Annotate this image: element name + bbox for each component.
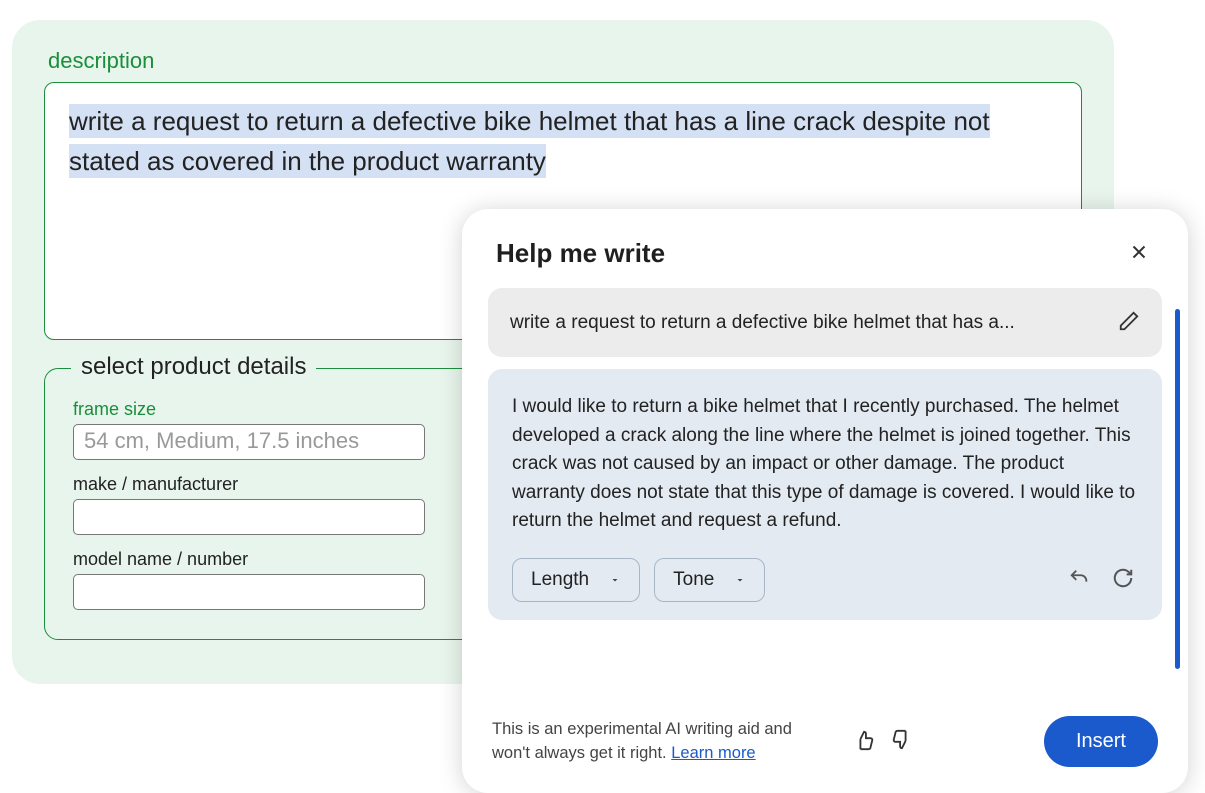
length-chip[interactable]: Length bbox=[512, 558, 640, 602]
learn-more-link[interactable]: Learn more bbox=[671, 744, 755, 762]
model-input[interactable] bbox=[73, 574, 425, 610]
description-highlighted-text: write a request to return a defective bi… bbox=[69, 104, 990, 178]
chevron-down-icon bbox=[609, 574, 621, 586]
prompt-pill[interactable]: write a request to return a defective bi… bbox=[488, 288, 1162, 357]
popup-header: Help me write bbox=[462, 209, 1188, 288]
prompt-text: write a request to return a defective bi… bbox=[510, 312, 1015, 334]
footer-disclaimer: This is an experimental AI writing aid a… bbox=[492, 718, 832, 764]
undo-icon bbox=[1068, 567, 1090, 589]
insert-button[interactable]: Insert bbox=[1044, 716, 1158, 767]
suggestion-controls: Length Tone bbox=[512, 558, 1138, 602]
popup-footer: This is an experimental AI writing aid a… bbox=[462, 696, 1188, 793]
chevron-down-icon bbox=[734, 574, 746, 586]
frame-size-input[interactable] bbox=[73, 424, 425, 460]
edit-prompt-button[interactable] bbox=[1118, 310, 1140, 335]
refresh-icon bbox=[1112, 567, 1134, 589]
thumbs-up-icon bbox=[854, 729, 876, 751]
close-icon bbox=[1128, 241, 1150, 263]
tone-chip-label: Tone bbox=[673, 569, 714, 591]
tone-chip[interactable]: Tone bbox=[654, 558, 765, 602]
pencil-icon bbox=[1118, 310, 1140, 332]
undo-button[interactable] bbox=[1064, 563, 1094, 596]
length-chip-label: Length bbox=[531, 569, 589, 591]
description-label: description bbox=[48, 48, 1082, 74]
popup-title: Help me write bbox=[496, 238, 665, 269]
fieldset-legend: select product details bbox=[71, 353, 316, 381]
help-me-write-popup: Help me write write a request to return … bbox=[462, 209, 1188, 793]
suggestion-text: I would like to return a bike helmet tha… bbox=[512, 393, 1138, 536]
scrollbar-accent[interactable] bbox=[1175, 309, 1180, 669]
close-button[interactable] bbox=[1124, 237, 1154, 270]
thumbs-up-button[interactable] bbox=[850, 725, 880, 758]
make-input[interactable] bbox=[73, 499, 425, 535]
feedback-thumbs bbox=[850, 725, 916, 758]
thumbs-down-button[interactable] bbox=[886, 725, 916, 758]
regenerate-button[interactable] bbox=[1108, 563, 1138, 596]
suggestion-box: I would like to return a bike helmet tha… bbox=[488, 369, 1162, 620]
thumbs-down-icon bbox=[890, 729, 912, 751]
